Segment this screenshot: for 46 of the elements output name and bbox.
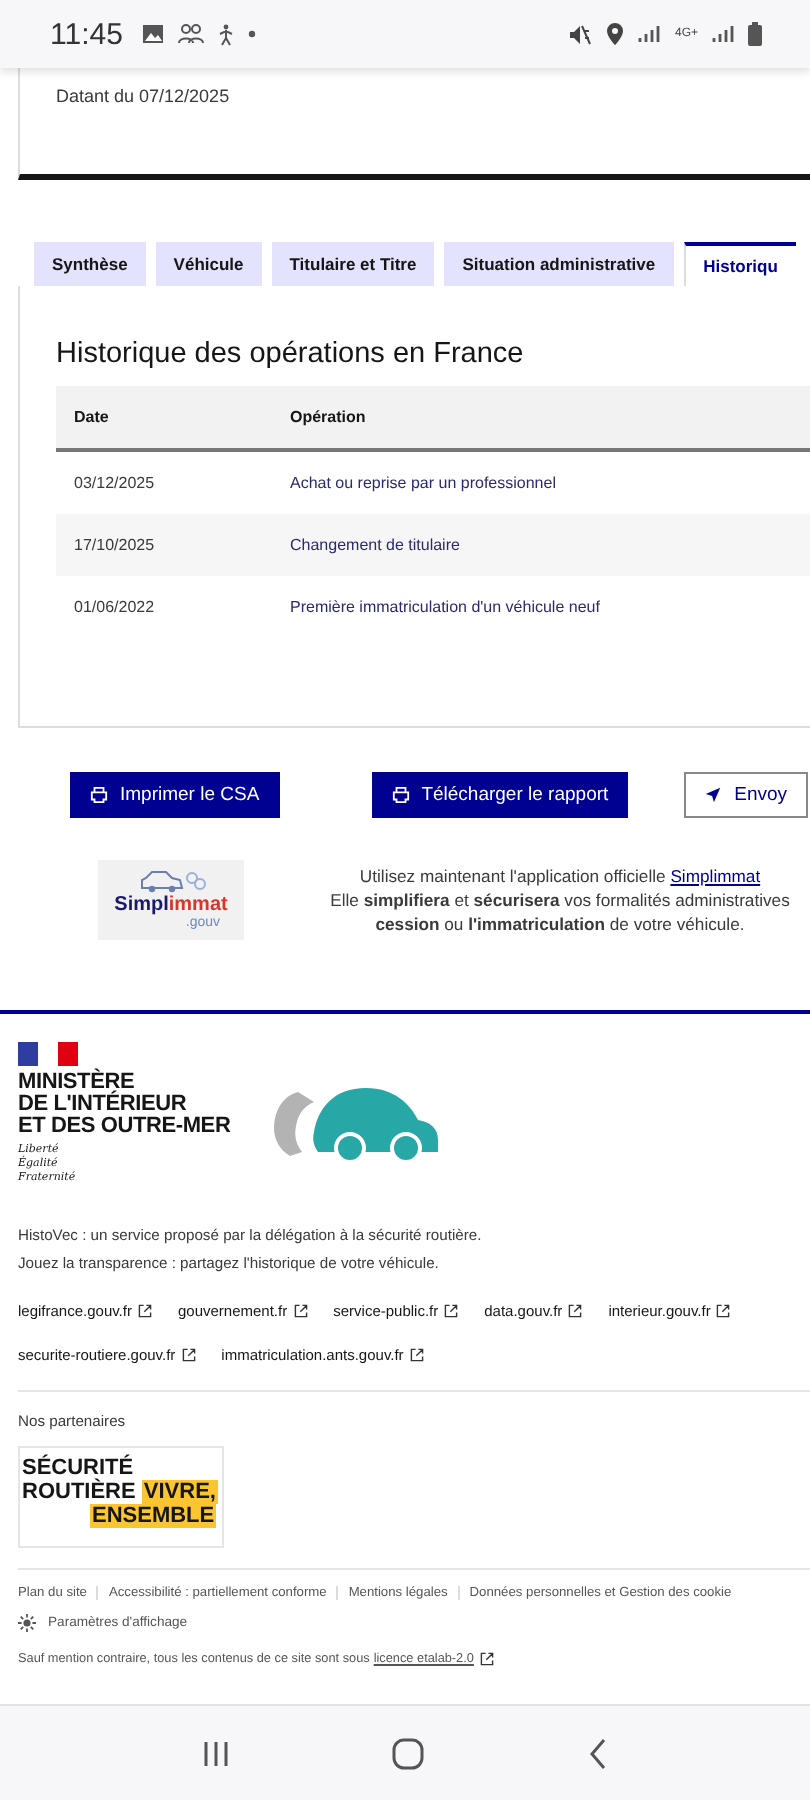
section-title: Historique des opérations en France — [56, 338, 526, 370]
tab[interactable]: Situation administrative — [444, 242, 674, 286]
date-cell-text: 17/10/2025 — [74, 536, 157, 554]
promo-text: Utilisez maintenant l'application officielle Simplimmat Elle simplifiera et sécurisera vos formalités administratives cession ou l'immatriculation de votre véhicule. — [328, 864, 792, 936]
external-link-icon — [716, 1303, 731, 1317]
column-header: Opération — [290, 408, 368, 426]
signal-icon — [638, 24, 661, 44]
home-icon[interactable] — [392, 1737, 425, 1769]
external-link-icon — [568, 1303, 583, 1317]
people-icon — [178, 24, 205, 44]
report-date: Datant du 07/12/2025 — [56, 86, 230, 106]
printer-icon — [90, 786, 108, 804]
tab[interactable]: Véhicule — [155, 242, 262, 286]
print-button[interactable]: Imprimer le CSA — [70, 772, 280, 818]
external-link-icon — [444, 1303, 459, 1317]
back-icon[interactable] — [588, 1737, 609, 1769]
send-icon — [704, 786, 723, 804]
operation-cell-text: Changement de titulaire — [290, 536, 462, 554]
external-link-icon — [137, 1303, 152, 1317]
column-header: Date — [74, 408, 111, 426]
external-link-icon — [479, 1652, 494, 1666]
signal-icon — [712, 24, 734, 44]
external-link-icon — [293, 1303, 308, 1317]
external-link-icon — [181, 1347, 196, 1361]
tab[interactable]: Historiqu — [683, 242, 796, 286]
battery-icon — [748, 22, 762, 46]
tab[interactable]: Titulaire et Titre — [271, 242, 435, 286]
operation-cell-text: Achat ou reprise par un professionnel — [290, 474, 558, 492]
location-icon — [606, 22, 625, 46]
print-button[interactable]: Télécharger le rapport — [371, 772, 629, 818]
external-link-icon — [409, 1347, 424, 1361]
operation-cell-text: Première immatriculation d'un véhicule neuf — [290, 598, 602, 616]
app-link[interactable]: Simplimmat — [670, 866, 761, 886]
date-cell-text: 01/06/2022 — [74, 598, 157, 616]
send-button[interactable]: Envoy — [684, 772, 808, 818]
printer-icon — [391, 786, 410, 804]
dot-icon — [248, 30, 257, 38]
sun-icon — [18, 1614, 36, 1632]
partner-logo: SÉCURITÉ ROUTIÈRE VIVRE, ENSEMBLE — [18, 1446, 224, 1548]
mute-icon — [568, 23, 593, 45]
image-icon — [142, 24, 165, 44]
tab[interactable]: Synthèse — [34, 242, 146, 286]
recent-apps-icon[interactable] — [201, 1739, 230, 1767]
date-cell-text: 03/12/2025 — [74, 474, 157, 492]
walking-person-icon — [218, 23, 235, 45]
status-time: 11:45 — [50, 17, 123, 51]
